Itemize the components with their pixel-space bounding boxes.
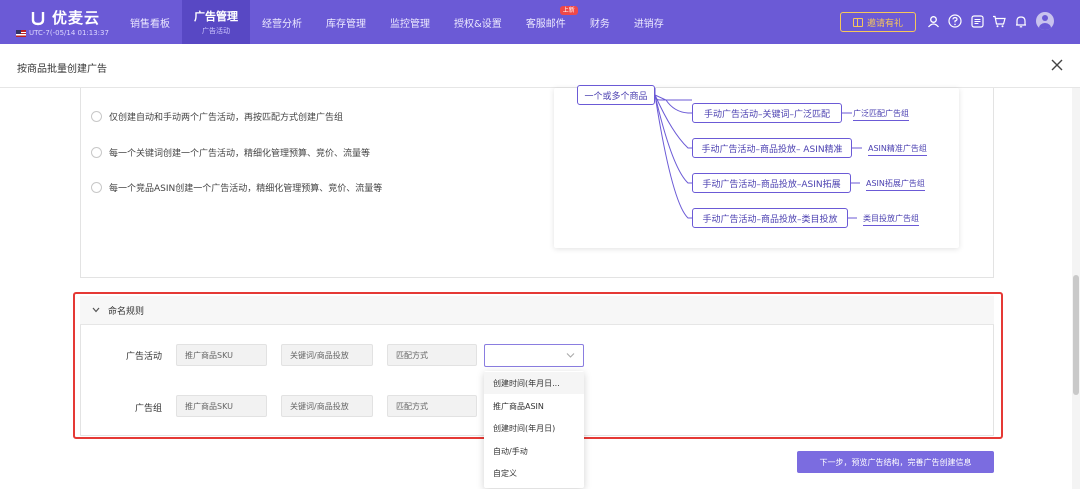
option-auto-manual[interactable]: 仅创建自动和手动两个广告活动，再按匹配方式创建广告组 [91, 110, 343, 123]
dropdown-option[interactable]: 自动/手动 [484, 440, 584, 462]
timezone-text: UTC-7(-05/14 01:13:37 [29, 29, 109, 37]
dropdown-option[interactable]: 推广商品ASIN [484, 395, 584, 417]
dropdown-option[interactable]: 创建时间(年月日) [484, 417, 584, 439]
dialog-title: 按商品批量创建广告 [17, 64, 107, 75]
dialog-header: 按商品批量创建广告 [0, 44, 1080, 88]
bell-icon[interactable] [1014, 14, 1028, 28]
radio-button[interactable] [91, 147, 102, 158]
close-icon[interactable] [1050, 58, 1064, 72]
nav-business-analysis[interactable]: 经营分析 [250, 0, 314, 44]
invite-button[interactable]: 邀请有礼 [840, 12, 916, 32]
mindmap-leaf: ASIN拓展广告组 [866, 178, 925, 191]
option-per-keyword[interactable]: 每一个关键词创建一个广告活动，精细化管理预算、竞价、流量等 [91, 146, 370, 159]
top-icon-bar [926, 12, 1054, 30]
top-nav: 优麦云 UTC-7(-05/14 01:13:37 销售看板 广告管理 广告活动 … [0, 0, 1080, 44]
nav-monitoring[interactable]: 监控管理 [378, 0, 442, 44]
mindmap-leaf: 类目投放广告组 [863, 213, 919, 226]
option-per-asin[interactable]: 每一个竞品ASIN创建一个广告活动，精细化管理预算、竞价、流量等 [91, 181, 382, 194]
nav-sales-dashboard[interactable]: 销售看板 [118, 0, 182, 44]
scroll-thumb[interactable] [1073, 275, 1079, 395]
option-label: 每一个竞品ASIN创建一个广告活动，精细化管理预算、竞价、流量等 [109, 184, 383, 194]
mindmap-node: 手动广告活动–关键词–广泛匹配 [692, 103, 842, 123]
logo-icon [31, 11, 45, 25]
nav-customer-email[interactable]: 客服邮件 上新 [514, 0, 578, 44]
app-name: 优麦云 [52, 9, 101, 27]
dropdown-option[interactable]: 自定义 [484, 462, 584, 484]
nav-sub-label: 广告活动 [202, 27, 230, 35]
mindmap-node: 手动广告活动–商品投放–类目投放 [692, 208, 848, 228]
main-nav: 销售看板 广告管理 广告活动 经营分析 库存管理 监控管理 授权&设置 客服邮件上… [118, 0, 676, 44]
list-icon[interactable] [970, 14, 984, 28]
mindmap-root: 一个或多个商品 [577, 85, 655, 105]
mindmap-leaf: 广泛匹配广告组 [853, 108, 909, 121]
nav-finance[interactable]: 财务 [578, 0, 622, 44]
option-label: 每一个关键词创建一个广告活动，精细化管理预算、竞价、流量等 [109, 149, 371, 159]
nav-purchase-sales-stock[interactable]: 进销存 [622, 0, 676, 44]
new-badge: 上新 [559, 6, 578, 15]
mindmap-node: 手动广告活动–商品投放– ASIN精准 [692, 138, 852, 158]
logo[interactable]: 优麦云 [30, 7, 100, 28]
us-flag-icon [16, 29, 26, 37]
option-label: 仅创建自动和手动两个广告活动，再按匹配方式创建广告组 [109, 113, 344, 123]
help-icon[interactable] [948, 14, 962, 28]
next-step-button[interactable]: 下一步，预览广告结构，完善广告创建信息 [797, 451, 994, 473]
cart-icon[interactable] [992, 14, 1006, 28]
dropdown-option[interactable]: 创建时间(年月日... [484, 372, 584, 394]
gift-icon [852, 17, 863, 27]
timezone: UTC-7(-05/14 01:13:37 [16, 29, 109, 37]
nav-inventory[interactable]: 库存管理 [314, 0, 378, 44]
naming-dropdown: 创建时间(年月日... 推广商品ASIN 创建时间(年月日) 自动/手动 自定义 [484, 371, 584, 488]
nav-ad-management[interactable]: 广告管理 广告活动 [182, 0, 250, 44]
avatar[interactable] [1036, 12, 1054, 30]
radio-button[interactable] [91, 182, 102, 193]
radio-button[interactable] [91, 111, 102, 122]
nav-authorization-settings[interactable]: 授权&设置 [442, 0, 514, 44]
mindmap-node: 手动广告活动–商品投放–ASIN拓展 [692, 173, 851, 193]
users-icon[interactable] [926, 14, 940, 28]
mindmap-leaf: ASIN精准广告组 [868, 143, 927, 156]
